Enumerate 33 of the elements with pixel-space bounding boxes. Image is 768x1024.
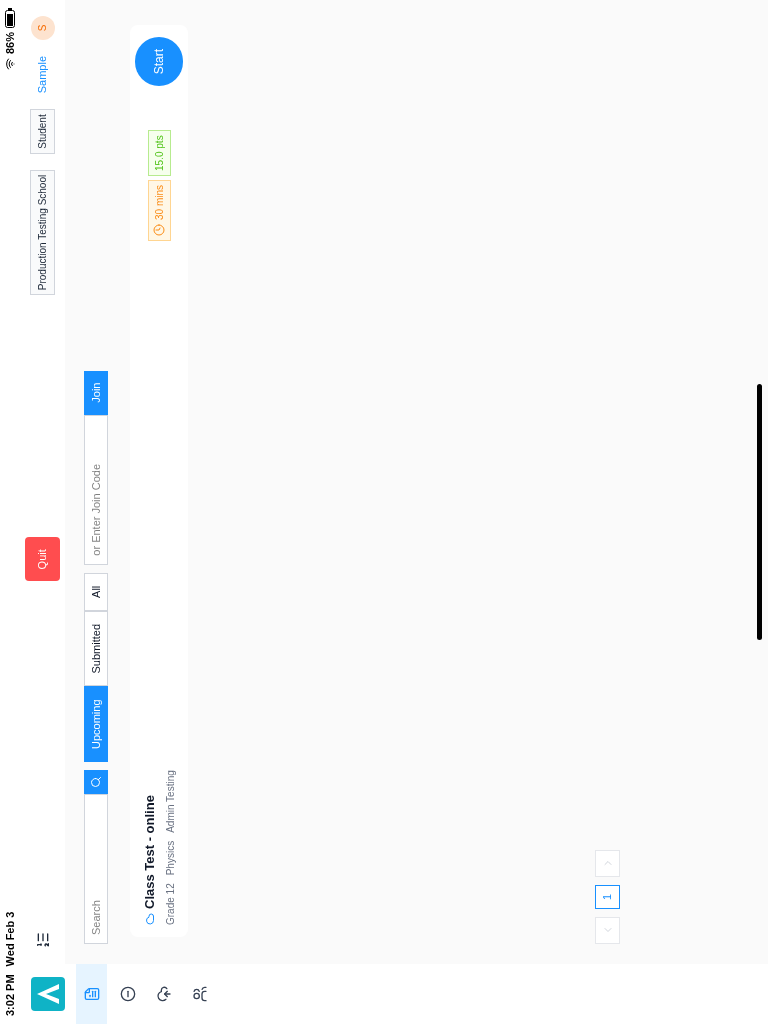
search-field[interactable]: Search	[84, 794, 108, 944]
test-tag: Admin Testing	[163, 770, 179, 833]
filter-tab[interactable]: All	[84, 572, 108, 611]
test-tag: Physics	[163, 840, 179, 876]
status-time: 3:02 PM	[2, 974, 17, 1016]
points-badge: 15.0 pts	[147, 130, 171, 176]
user-name[interactable]: Sample	[34, 56, 51, 94]
sidebar-item[interactable]	[76, 964, 107, 1024]
battery-icon	[5, 8, 15, 28]
start-button[interactable]: Start	[135, 37, 183, 87]
duration-badge: 30 mins	[147, 179, 171, 241]
page-button[interactable]: 1	[595, 885, 620, 909]
cloud-icon	[155, 986, 172, 1002]
menu-icon[interactable]	[34, 932, 51, 948]
wifi-icon	[4, 58, 16, 71]
join-button[interactable]: Join	[84, 370, 108, 415]
status-date: Wed Feb 3	[2, 911, 17, 967]
role-tag: Student	[30, 109, 55, 154]
minus-icon	[119, 986, 136, 1002]
search-icon	[90, 776, 102, 788]
cloud-icon	[143, 913, 156, 925]
list-icon	[83, 986, 100, 1002]
test-tag: Grade 12	[163, 883, 179, 925]
join-code-field[interactable]: or Enter Join Code	[84, 414, 108, 565]
avatar[interactable]: S	[30, 16, 55, 40]
filter-tab[interactable]: Upcoming	[84, 686, 108, 762]
filter-tab[interactable]: Submitted	[84, 610, 108, 687]
clock-icon	[153, 223, 165, 236]
logo-icon	[31, 977, 65, 1011]
battery-level: 86%	[2, 32, 17, 55]
school-tag: Production Testing School	[30, 169, 55, 296]
test-title: Class Test - online	[140, 795, 158, 909]
quit-button[interactable]: Quit	[25, 537, 60, 582]
